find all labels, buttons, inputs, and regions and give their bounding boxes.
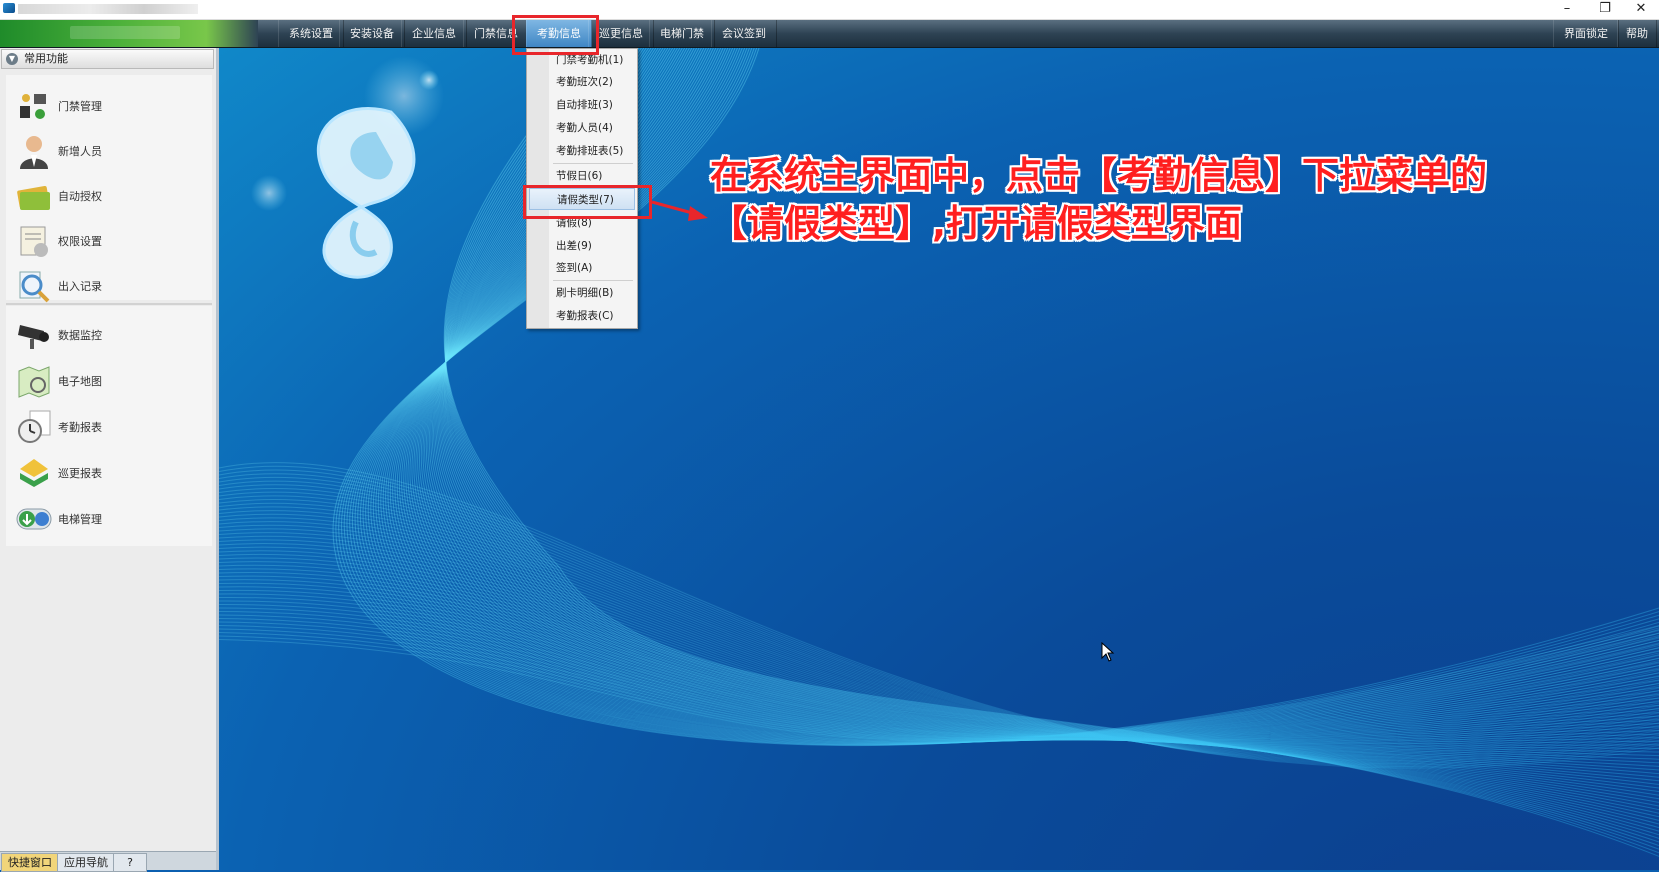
help-icon[interactable]: ? <box>113 853 147 872</box>
menu-elevator-access[interactable]: 电梯门禁 <box>649 20 715 47</box>
search-record-icon <box>19 271 50 303</box>
menu-system-settings[interactable]: 系统设置 <box>278 20 344 47</box>
sidebar-item-elevator-management[interactable]: 电梯管理 <box>6 497 212 541</box>
collapse-icon[interactable]: ▼ <box>6 53 18 65</box>
menu-item-attendance-shift[interactable]: 考勤班次(2) <box>556 71 613 93</box>
brand-logo <box>0 20 258 47</box>
app-icon <box>3 3 15 13</box>
menu-item-business-trip[interactable]: 出差(9) <box>556 235 592 257</box>
sidebar-item-data-monitor[interactable]: 数据监控 <box>6 313 212 357</box>
annotation-text: 在系统主界面中，点击【考勤信息】下拉菜单的 【请假类型】,打开请假类型界面 <box>710 152 1570 248</box>
tab-shortcut-window[interactable]: 快捷窗口 <box>1 853 59 872</box>
map-icon <box>18 366 50 398</box>
permission-icon <box>20 226 48 257</box>
sidebar-item-label: 考勤报表 <box>58 421 102 434</box>
menu-item-attendance-staff[interactable]: 考勤人员(4) <box>556 117 613 139</box>
sidebar-item-label: 权限设置 <box>58 235 102 248</box>
sidebar-item-attendance-report[interactable]: 考勤报表 <box>6 405 212 449</box>
card-icon <box>17 186 50 210</box>
sidebar-group-2: 数据监控 电子地图 考勤报表 巡更报表 电梯管理 <box>6 306 212 546</box>
menu-item-schedule-table[interactable]: 考勤排班表(5) <box>556 140 623 162</box>
sidebar-item-label: 新增人员 <box>58 145 102 158</box>
menu-separator <box>553 280 633 281</box>
menu-bar: 系统设置 安装设备 企业信息 门禁信息 考勤信息 巡更信息 电梯门禁 会议签到 … <box>0 20 1659 48</box>
menu-item-holidays[interactable]: 节假日(6) <box>556 165 602 187</box>
menu-lock-screen[interactable]: 界面锁定 <box>1553 20 1619 47</box>
elevator-icon <box>16 508 52 530</box>
sidebar-item-permission-settings[interactable]: 权限设置 <box>6 219 212 263</box>
patrol-icon <box>20 459 48 487</box>
sidebar-header-label: 常用功能 <box>24 52 68 65</box>
sidebar-item-add-person[interactable]: 新增人员 <box>6 129 212 173</box>
menu-item-attendance-report[interactable]: 考勤报表(C) <box>556 305 614 327</box>
sidebar-bottom-tabs: 快捷窗口 应用导航 ? <box>0 851 216 872</box>
highlight-box-menu <box>512 15 599 55</box>
mouse-cursor-icon <box>1101 642 1115 662</box>
menu-help[interactable]: 帮助 <box>1617 20 1657 47</box>
menu-install-device[interactable]: 安装设备 <box>339 20 405 47</box>
annotation-line-2: 【请假类型】,打开请假类型界面 <box>710 202 1243 245</box>
menu-enterprise-info[interactable]: 企业信息 <box>401 20 467 47</box>
menu-item-swipe-details[interactable]: 刷卡明细(B) <box>556 282 613 304</box>
sidebar: ▼ 常用功能 门禁管理 新增人员 自动授权 权限设置 出入记录 数据监控 电子地… <box>0 48 219 872</box>
s-logo-icon <box>316 106 416 279</box>
sidebar-item-label: 出入记录 <box>58 280 102 293</box>
annotation-arrow-icon <box>651 200 708 221</box>
sidebar-item-label: 巡更报表 <box>58 467 102 480</box>
person-icon <box>20 136 48 169</box>
sidebar-item-label: 电梯管理 <box>58 513 102 526</box>
sidebar-header[interactable]: ▼ 常用功能 <box>1 49 214 69</box>
minimize-button[interactable]: – <box>1549 0 1585 19</box>
window-title-redacted <box>18 4 198 14</box>
clock-icon <box>18 410 51 443</box>
sidebar-item-label: 门禁管理 <box>58 100 102 113</box>
sidebar-item-label: 数据监控 <box>58 329 102 342</box>
sidebar-group-1: 门禁管理 新增人员 自动授权 权限设置 出入记录 <box>6 75 212 303</box>
sidebar-item-electronic-map[interactable]: 电子地图 <box>6 359 212 403</box>
camera-icon <box>18 325 49 349</box>
menu-meeting-signin[interactable]: 会议签到 <box>711 20 777 47</box>
title-bar: – ❐ ✕ <box>0 0 1659 20</box>
sidebar-item-access-management[interactable]: 门禁管理 <box>6 84 212 128</box>
restore-button[interactable]: ❐ <box>1587 0 1623 19</box>
sidebar-item-label: 电子地图 <box>58 375 102 388</box>
annotation-line-1: 在系统主界面中，点击【考勤信息】下拉菜单的 <box>710 154 1487 197</box>
sidebar-item-patrol-report[interactable]: 巡更报表 <box>6 451 212 495</box>
door-access-icon <box>20 94 46 119</box>
sidebar-item-label: 自动授权 <box>58 190 102 203</box>
menu-item-auto-scheduling[interactable]: 自动排班(3) <box>556 94 613 116</box>
sidebar-divider <box>6 303 212 305</box>
tab-app-navigation[interactable]: 应用导航 <box>57 853 115 872</box>
highlight-box-leave-type <box>523 185 652 219</box>
sidebar-item-access-records[interactable]: 出入记录 <box>6 264 212 308</box>
close-button[interactable]: ✕ <box>1623 0 1659 19</box>
menu-separator <box>553 163 633 164</box>
sidebar-item-auto-authorize[interactable]: 自动授权 <box>6 174 212 218</box>
menu-item-sign-in[interactable]: 签到(A) <box>556 257 592 279</box>
